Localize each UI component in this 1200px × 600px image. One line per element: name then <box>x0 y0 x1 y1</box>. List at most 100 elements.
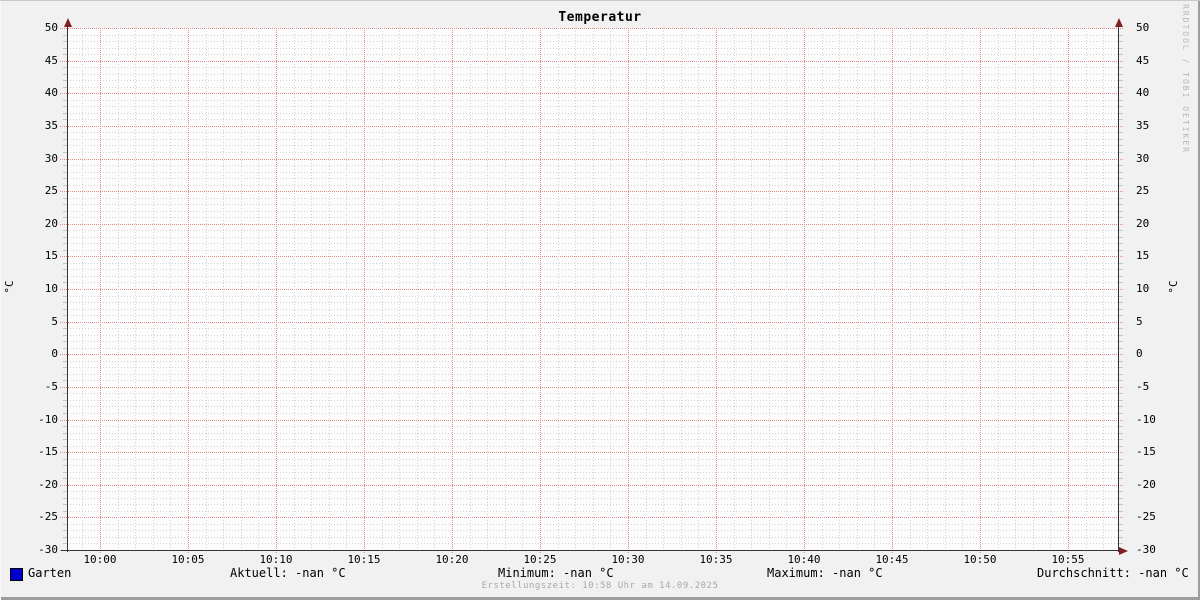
y-tick-label-left: 40 <box>44 86 58 99</box>
y-tick-label-right: 15 <box>1136 249 1150 262</box>
y-tick-label-left: -25 <box>38 510 58 523</box>
grid-line-vertical-major <box>1068 28 1069 554</box>
x-tick-label: 10:55 <box>1051 553 1085 566</box>
y-minor-tick-right <box>1119 296 1123 297</box>
y-minor-tick-right <box>1119 67 1123 68</box>
grid-line-horizontal-major <box>60 93 1124 94</box>
grid-line-vertical-minor <box>874 28 875 550</box>
grid-line-vertical-minor <box>769 28 770 550</box>
y-axis-label-left: °C <box>3 280 16 294</box>
y-minor-tick-right <box>1119 87 1123 88</box>
y-minor-tick-right <box>1119 413 1123 414</box>
grid-line-vertical-minor <box>646 28 647 550</box>
grid-line-horizontal-major <box>60 28 1124 29</box>
y-tick-label-right: 30 <box>1136 152 1150 165</box>
grid-line-vertical-major <box>804 28 805 554</box>
grid-line-vertical-minor <box>593 28 594 550</box>
y-minor-tick-right <box>1119 393 1123 394</box>
grid-line-vertical-minor <box>945 28 946 550</box>
y-minor-tick-right <box>1119 100 1123 101</box>
y-minor-tick-right <box>1119 374 1123 375</box>
y-minor-tick-right <box>1119 276 1123 277</box>
grid-line-vertical-minor <box>663 28 664 550</box>
y-minor-tick-right <box>1119 48 1123 49</box>
y-minor-tick-right <box>1119 406 1123 407</box>
y-minor-tick-right <box>1119 237 1123 238</box>
y-minor-tick-right <box>1119 543 1123 544</box>
grid-line-vertical-minor <box>241 28 242 550</box>
y-minor-tick-right <box>1119 361 1123 362</box>
grid-line-horizontal-major <box>60 354 1124 355</box>
grid-line-horizontal-major <box>60 191 1124 192</box>
y-tick-label-right: 45 <box>1136 54 1150 67</box>
grid-line-vertical-major <box>364 28 365 554</box>
y-minor-tick-right <box>1119 263 1123 264</box>
legend-series-label: Garten <box>28 566 72 580</box>
y-tick-label-left: 5 <box>51 315 58 328</box>
grid-line-vertical-minor <box>610 28 611 550</box>
grid-line-vertical-minor <box>118 28 119 550</box>
x-tick-label: 10:35 <box>699 553 733 566</box>
grid-line-horizontal-major <box>60 289 1124 290</box>
y-minor-tick-right <box>1119 185 1123 186</box>
y-minor-tick-right <box>1119 152 1123 153</box>
grid-line-vertical-minor <box>522 28 523 550</box>
grid-line-vertical-minor <box>470 28 471 550</box>
y-minor-tick-right <box>1119 106 1123 107</box>
legend-stat-aktuell: Aktuell: -nan °C <box>230 566 346 580</box>
grid-line-vertical-minor <box>170 28 171 550</box>
y-tick-label-left: 45 <box>44 54 58 67</box>
x-axis-line <box>61 550 1119 551</box>
y-minor-tick-right <box>1119 269 1123 270</box>
grid-line-vertical-minor <box>962 28 963 550</box>
grid-line-vertical-minor <box>681 28 682 550</box>
y-tick-label-left: 15 <box>44 249 58 262</box>
y-tick-label-right: -30 <box>1136 543 1156 556</box>
y-tick-label-left: 0 <box>51 347 58 360</box>
x-tick-label: 10:10 <box>259 553 293 566</box>
creation-time-footer: Erstellungszeit: 10:58 Uhr am 14.09.2025 <box>481 581 719 591</box>
y-minor-tick-right <box>1119 250 1123 251</box>
y-minor-tick-right <box>1119 400 1123 401</box>
x-tick-label: 10:40 <box>787 553 821 566</box>
y-minor-tick-right <box>1119 35 1123 36</box>
grid-line-horizontal-major <box>60 387 1124 388</box>
y-minor-tick-right <box>1119 41 1123 42</box>
grid-line-horizontal-major <box>60 420 1124 421</box>
grid-line-vertical-major <box>188 28 189 554</box>
y-minor-tick-right <box>1119 498 1123 499</box>
y-tick-label-right: 20 <box>1136 217 1150 230</box>
y-tick-label-left: -30 <box>38 543 58 556</box>
y-minor-tick-right <box>1119 426 1123 427</box>
legend-stat-minimum: Minimum: -nan °C <box>498 566 614 580</box>
grid-line-vertical-minor <box>910 28 911 550</box>
grid-line-vertical-major <box>276 28 277 554</box>
grid-line-vertical-minor <box>135 28 136 550</box>
grid-line-vertical-minor <box>927 28 928 550</box>
grid-line-vertical-minor <box>698 28 699 550</box>
grid-line-vertical-minor <box>417 28 418 550</box>
grid-line-vertical-minor <box>434 28 435 550</box>
y-tick-label-right: -25 <box>1136 510 1156 523</box>
grid-line-vertical-minor <box>1086 28 1087 550</box>
grid-line-vertical-major <box>892 28 893 554</box>
y-minor-tick-right <box>1119 54 1123 55</box>
grid-line-vertical-minor <box>258 28 259 550</box>
grid-line-horizontal-major <box>60 61 1124 62</box>
grid-line-horizontal-major <box>60 126 1124 127</box>
grid-line-vertical-major <box>540 28 541 554</box>
y-minor-tick-right <box>1119 537 1123 538</box>
x-tick-label: 10:45 <box>875 553 909 566</box>
y-tick-label-right: 40 <box>1136 86 1150 99</box>
y-tick-label-right: 35 <box>1136 119 1150 132</box>
x-tick-label: 10:25 <box>523 553 557 566</box>
y-minor-tick-right <box>1119 478 1123 479</box>
grid-line-horizontal-major <box>60 452 1124 453</box>
y-minor-tick-right <box>1119 80 1123 81</box>
y-tick-label-right: -5 <box>1136 380 1150 393</box>
y-tick-label-right: 0 <box>1136 347 1143 360</box>
grid-line-vertical-major <box>716 28 717 554</box>
y-tick-label-right: -10 <box>1136 413 1156 426</box>
grid-line-vertical-minor <box>329 28 330 550</box>
grid-line-vertical-major <box>452 28 453 554</box>
